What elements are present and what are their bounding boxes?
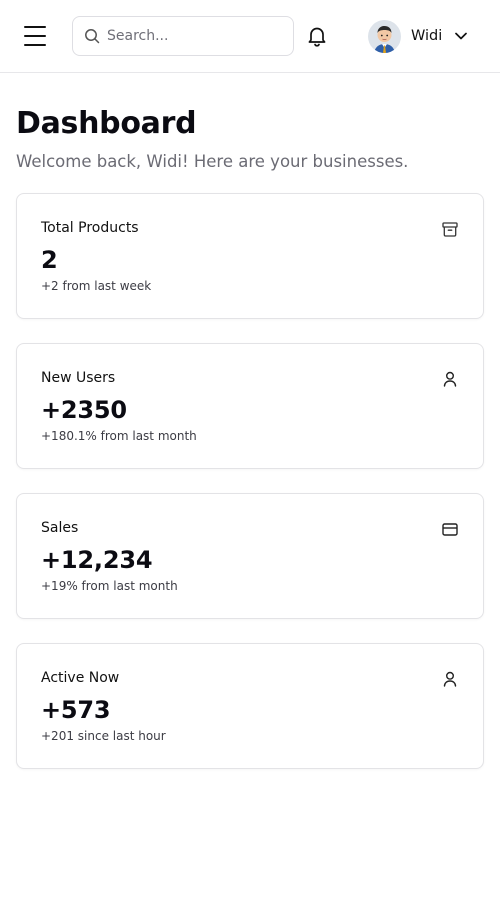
chevron-down-icon (454, 29, 468, 43)
user-name: Widi (411, 28, 443, 44)
credit-card-icon (441, 520, 459, 538)
stat-card-sales: Sales +12,234 +19% from last month (16, 493, 484, 619)
user-menu[interactable]: Widi (368, 19, 468, 53)
stat-card-note: +201 since last hour (41, 729, 166, 743)
stat-card-note: +19% from last month (41, 579, 178, 593)
user-icon (441, 370, 459, 388)
search-icon (83, 27, 101, 45)
page-title: Dashboard (16, 106, 197, 141)
stat-card-label: Sales (41, 520, 79, 536)
avatar (368, 19, 401, 53)
stat-card-note: +180.1% from last month (41, 429, 197, 443)
top-bar: Widi (0, 0, 500, 73)
stat-card-total-products: Total Products 2 +2 from last week (16, 193, 484, 319)
stat-card-label: Active Now (41, 670, 120, 686)
user-icon (441, 670, 459, 688)
stat-card-value: +2350 (41, 396, 127, 424)
search-input[interactable] (107, 28, 287, 44)
archive-icon (441, 220, 459, 238)
stat-card-note: +2 from last week (41, 279, 152, 293)
bell-icon[interactable] (306, 25, 328, 47)
hamburger-menu-icon[interactable] (24, 26, 46, 46)
search-box[interactable] (72, 16, 294, 56)
stat-card-new-users: New Users +2350 +180.1% from last month (16, 343, 484, 469)
dashboard-page: Widi Dashboard Welcome back, Widi! Here … (0, 0, 500, 911)
stat-card-label: New Users (41, 370, 116, 386)
page-subtitle: Welcome back, Widi! Here are your busine… (16, 152, 409, 171)
stat-card-value: +573 (41, 696, 111, 724)
stat-card-value: 2 (41, 246, 58, 274)
stat-card-value: +12,234 (41, 546, 153, 574)
stat-card-active-now: Active Now +573 +201 since last hour (16, 643, 484, 769)
stat-card-label: Total Products (41, 220, 139, 236)
